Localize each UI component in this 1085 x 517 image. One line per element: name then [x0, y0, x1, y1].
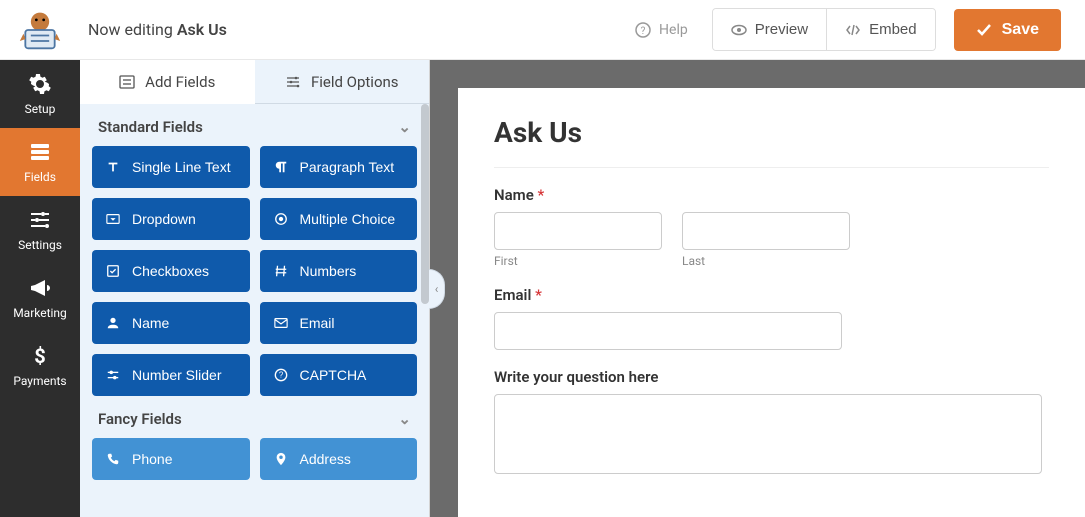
nav-marketing[interactable]: Marketing	[0, 264, 80, 332]
field-name[interactable]: Name	[92, 302, 250, 344]
left-nav: Setup Fields Settings Marketing $ Paymen…	[0, 60, 80, 517]
sliders-icon	[285, 74, 301, 90]
nav-label: Setup	[25, 102, 56, 116]
field-multiple-choice[interactable]: Multiple Choice	[260, 198, 418, 240]
editing-subject: Ask Us	[177, 20, 227, 39]
radio-icon	[274, 212, 288, 226]
nav-setup[interactable]: Setup	[0, 60, 80, 128]
logo-slot	[0, 8, 80, 52]
help-icon: ?	[635, 22, 651, 38]
list-icon	[28, 140, 52, 164]
checkbox-icon	[106, 264, 120, 278]
nav-label: Fields	[24, 170, 56, 184]
field-captcha[interactable]: ?CAPTCHA	[260, 354, 418, 396]
tab-field-options[interactable]: Field Options	[255, 60, 430, 104]
field-dropdown[interactable]: Dropdown	[92, 198, 250, 240]
question-label: Write your question here	[494, 368, 1049, 386]
field-address[interactable]: Address	[260, 438, 418, 480]
envelope-icon	[274, 316, 288, 330]
sliders-icon	[28, 208, 52, 232]
field-paragraph-text[interactable]: Paragraph Text	[260, 146, 418, 188]
svg-text:?: ?	[278, 371, 283, 380]
hash-icon	[274, 264, 288, 278]
paragraph-icon	[274, 160, 288, 174]
field-email[interactable]: Email	[260, 302, 418, 344]
chevron-down-icon: ⌄	[398, 410, 411, 428]
form-card: Ask Us Name * First Last Email * Write y…	[458, 88, 1085, 517]
editing-prefix: Now editing	[88, 20, 177, 39]
slider-icon	[106, 368, 120, 382]
nav-label: Marketing	[13, 306, 67, 320]
embed-button[interactable]: Embed	[826, 9, 935, 50]
svg-text:?: ?	[641, 26, 646, 37]
first-name-input[interactable]	[494, 212, 662, 250]
preview-button[interactable]: Preview	[713, 9, 826, 50]
save-button[interactable]: Save	[954, 9, 1061, 51]
divider	[494, 167, 1049, 168]
field-phone[interactable]: Phone	[92, 438, 250, 480]
scrollbar-thumb[interactable]	[421, 104, 429, 304]
last-sublabel: Last	[682, 254, 850, 268]
gear-icon	[28, 72, 52, 96]
preview-area: Ask Us Name * First Last Email * Write y…	[430, 60, 1085, 517]
help-link[interactable]: ? Help	[635, 22, 688, 38]
dollar-icon: $	[28, 344, 52, 368]
scrollbar-track[interactable]	[421, 104, 429, 517]
user-icon	[106, 316, 120, 330]
pin-icon	[274, 452, 288, 466]
question-textarea[interactable]	[494, 394, 1042, 474]
field-numbers[interactable]: Numbers	[260, 250, 418, 292]
field-number-slider[interactable]: Number Slider	[92, 354, 250, 396]
nav-payments[interactable]: $ Payments	[0, 332, 80, 400]
nav-label: Settings	[18, 238, 62, 252]
field-checkboxes[interactable]: Checkboxes	[92, 250, 250, 292]
form-title: Ask Us	[494, 116, 1049, 149]
email-input[interactable]	[494, 312, 842, 350]
editing-title: Now editing Ask Us	[88, 20, 227, 39]
panel-tabs: Add Fields Field Options	[80, 60, 429, 104]
eye-icon	[731, 22, 747, 38]
caret-icon	[106, 212, 120, 226]
top-bar: Now editing Ask Us ? Help Preview Embed …	[0, 0, 1085, 60]
panel-body: Standard Fields ⌄ Single Line Text Parag…	[80, 104, 429, 517]
email-label: Email *	[494, 286, 1049, 304]
text-icon	[106, 160, 120, 174]
section-fancy-fields[interactable]: Fancy Fields ⌄	[92, 396, 417, 438]
phone-icon	[106, 452, 120, 466]
wpforms-logo	[18, 8, 62, 52]
chevron-down-icon: ⌄	[398, 118, 411, 136]
side-panel: Add Fields Field Options Standard Fields…	[80, 60, 430, 517]
nav-settings[interactable]: Settings	[0, 196, 80, 264]
chevron-left-icon: ‹	[435, 282, 439, 296]
preview-embed-group: Preview Embed	[712, 8, 936, 51]
field-single-line-text[interactable]: Single Line Text	[92, 146, 250, 188]
megaphone-icon	[28, 276, 52, 300]
last-name-input[interactable]	[682, 212, 850, 250]
section-standard-fields[interactable]: Standard Fields ⌄	[92, 104, 417, 146]
check-icon	[976, 22, 992, 38]
svg-text:$: $	[34, 344, 45, 368]
form-icon	[119, 74, 135, 90]
name-label: Name *	[494, 186, 1049, 204]
question-icon: ?	[274, 368, 288, 382]
tab-add-fields[interactable]: Add Fields	[80, 60, 255, 104]
code-icon	[845, 22, 861, 38]
first-sublabel: First	[494, 254, 662, 268]
nav-fields[interactable]: Fields	[0, 128, 80, 196]
nav-label: Payments	[13, 374, 66, 388]
